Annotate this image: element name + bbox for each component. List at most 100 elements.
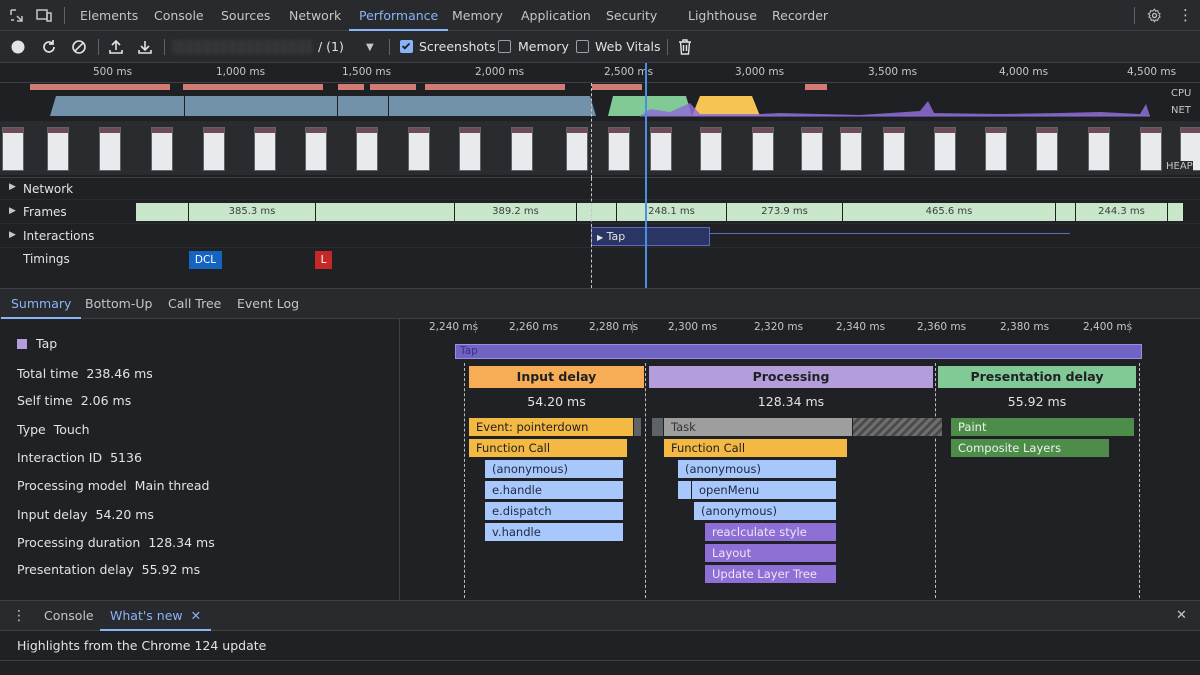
frame-block[interactable] <box>577 203 617 221</box>
screenshot-thumbnail[interactable] <box>883 127 905 171</box>
screenshot-thumbnail[interactable] <box>459 127 481 171</box>
timings-track-label[interactable]: Timings <box>23 252 70 266</box>
drawer-menu-icon[interactable]: ⋮ <box>12 609 26 623</box>
event-pointerdown-bar[interactable]: Event: pointerdown <box>469 418 634 437</box>
screenshot-thumbnail[interactable] <box>650 127 672 171</box>
presentation-delay-phase[interactable]: Presentation delay <box>938 366 1136 388</box>
expand-frames-chevron-icon[interactable]: ▶ <box>9 206 16 216</box>
screenshot-thumbnail[interactable] <box>356 127 378 171</box>
screenshot-thumbnail[interactable] <box>408 127 430 171</box>
tab-application[interactable]: Application <box>521 0 591 31</box>
processing-phase[interactable]: Processing <box>649 366 933 388</box>
network-track-label[interactable]: Network <box>23 182 73 196</box>
screenshots-checkbox[interactable] <box>400 40 413 53</box>
screenshot-thumbnail[interactable] <box>1088 127 1110 171</box>
tab-console[interactable]: Console <box>154 0 204 31</box>
screenshot-thumbnail[interactable] <box>700 127 722 171</box>
clear-icon[interactable] <box>71 39 87 58</box>
load-marker[interactable]: L <box>315 251 332 269</box>
timeline-overview[interactable]: 500 ms 1,000 ms 1,500 ms 2,000 ms 2,500 … <box>0 63 1200 178</box>
tab-call-tree[interactable]: Call Tree <box>168 289 221 319</box>
tab-performance[interactable]: Performance <box>348 0 449 31</box>
memory-checkbox[interactable] <box>498 40 511 53</box>
function-call-bar[interactable]: Function Call <box>469 439 628 458</box>
frame-block[interactable]: 465.6 ms <box>843 203 1056 221</box>
tap-interaction-bar[interactable]: ▶ Tap <box>591 227 710 246</box>
tab-event-log[interactable]: Event Log <box>237 289 299 319</box>
frame-block[interactable]: 248.1 ms <box>617 203 727 221</box>
tab-bottom-up[interactable]: Bottom-Up <box>85 289 152 319</box>
screenshot-thumbnail[interactable] <box>985 127 1007 171</box>
web-vitals-label[interactable]: Web Vitals <box>595 31 661 63</box>
playhead-cursor[interactable] <box>645 63 647 178</box>
expand-network-chevron-icon[interactable]: ▶ <box>9 182 16 192</box>
frame-block[interactable] <box>1168 203 1184 221</box>
drawer-tab-whats-new[interactable]: What's new ✕ <box>99 601 212 631</box>
screenshot-thumbnail[interactable] <box>934 127 956 171</box>
save-profile-icon[interactable] <box>137 39 153 58</box>
screenshot-thumbnail[interactable] <box>47 127 69 171</box>
update-layer-tree-bar[interactable]: Update Layer Tree <box>705 565 837 584</box>
screenshot-thumbnail[interactable] <box>511 127 533 171</box>
frame-block[interactable] <box>316 203 455 221</box>
inspect-element-icon[interactable] <box>9 8 24 26</box>
paint-bar[interactable]: Paint <box>951 418 1135 437</box>
dcl-marker[interactable]: DCL <box>189 251 222 269</box>
frame-block[interactable]: 273.9 ms <box>727 203 843 221</box>
open-menu-bar[interactable]: openMenu <box>692 481 837 500</box>
frame-block[interactable] <box>1056 203 1076 221</box>
anonymous-bar[interactable]: (anonymous) <box>485 460 624 479</box>
screenshot-thumbnail[interactable] <box>254 127 276 171</box>
frames-track-label[interactable]: Frames <box>23 205 67 219</box>
e-handle-bar[interactable]: e.handle <box>485 481 624 500</box>
frame-block[interactable]: 389.2 ms <box>455 203 577 221</box>
frame-block[interactable]: 385.3 ms <box>189 203 316 221</box>
screenshot-thumbnail[interactable] <box>151 127 173 171</box>
screenshot-thumbnail[interactable] <box>1036 127 1058 171</box>
layout-bar[interactable]: Layout <box>705 544 837 563</box>
screenshot-thumbnail[interactable] <box>305 127 327 171</box>
screenshot-thumbnail[interactable] <box>566 127 588 171</box>
screenshot-thumbnail[interactable] <box>608 127 630 171</box>
close-drawer-icon[interactable]: ✕ <box>1176 609 1187 623</box>
tab-lighthouse[interactable]: Lighthouse <box>688 0 757 31</box>
interaction-breakdown-chart[interactable]: 2,240 ms 2,260 ms 2,280 ms 2,300 ms 2,32… <box>400 319 1200 600</box>
tab-elements[interactable]: Elements <box>80 0 138 31</box>
record-icon[interactable] <box>11 40 25 57</box>
device-toolbar-icon[interactable] <box>36 8 52 26</box>
anonymous-bar[interactable]: (anonymous) <box>694 502 837 521</box>
screenshots-label[interactable]: Screenshots <box>419 31 495 63</box>
screenshot-thumbnail[interactable] <box>1140 127 1162 171</box>
frames-track[interactable]: ▶ Frames 385.3 ms 389.2 ms 248.1 ms 273.… <box>0 200 1200 224</box>
recalculate-style-bar[interactable]: reaclculate style <box>705 523 837 542</box>
v-handle-bar[interactable]: v.handle <box>485 523 624 542</box>
web-vitals-checkbox[interactable] <box>576 40 589 53</box>
tab-network[interactable]: Network <box>289 0 341 31</box>
tab-sources[interactable]: Sources <box>221 0 270 31</box>
task-bar[interactable]: Task <box>664 418 853 437</box>
input-delay-phase[interactable]: Input delay <box>469 366 644 388</box>
screenshot-thumbnail[interactable] <box>203 127 225 171</box>
composite-layers-bar[interactable]: Composite Layers <box>951 439 1110 458</box>
drawer-tab-console[interactable]: Console <box>44 601 94 631</box>
network-track[interactable]: ▶ Network <box>0 178 1200 200</box>
garbage-collect-trash-icon[interactable] <box>678 39 692 58</box>
more-options-icon[interactable]: ⋮ <box>1178 8 1193 23</box>
reload-record-icon[interactable] <box>41 39 57 58</box>
interactions-track[interactable]: ▶ Interactions ▶ Tap <box>0 224 1200 248</box>
whats-new-headline[interactable]: Highlights from the Chrome 124 update <box>17 638 266 653</box>
screenshot-thumbnail[interactable] <box>801 127 823 171</box>
expand-interactions-chevron-icon[interactable]: ▶ <box>9 230 16 240</box>
settings-gear-icon[interactable] <box>1147 8 1162 26</box>
recording-name-blurred[interactable]: ▒▒▒▒▒▒▒▒▒▒▒▒▒▒▒▒▒▒▒▒ <box>172 31 312 63</box>
screenshot-filmstrip[interactable] <box>0 121 1200 175</box>
recording-dropdown-chevron-icon[interactable]: ▼ <box>366 41 374 55</box>
tab-security[interactable]: Security <box>606 0 657 31</box>
screenshot-thumbnail[interactable] <box>99 127 121 171</box>
timings-track[interactable]: Timings DCL L <box>0 248 1200 288</box>
interactions-track-label[interactable]: Interactions <box>23 229 94 243</box>
selection-start-marker[interactable] <box>591 83 592 178</box>
screenshot-thumbnail[interactable] <box>2 127 24 171</box>
close-whats-new-icon[interactable]: ✕ <box>191 608 201 623</box>
tab-summary[interactable]: Summary <box>0 289 82 319</box>
